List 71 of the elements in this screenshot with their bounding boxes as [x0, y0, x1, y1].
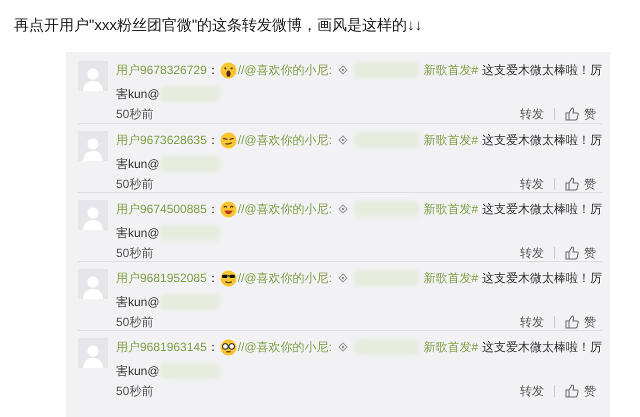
blurred-mask — [160, 156, 220, 172]
comment-text: 害kun@ — [116, 225, 160, 242]
blurred-mask — [354, 201, 420, 217]
username-link[interactable]: 用户9673628635 — [116, 131, 207, 149]
username-link[interactable]: 用户9674500885 — [116, 200, 207, 218]
like-link[interactable]: 赞 — [584, 244, 596, 262]
like-link[interactable]: 赞 — [584, 313, 596, 331]
topic-link[interactable]: 新歌首发# — [423, 338, 478, 356]
like-link[interactable]: 赞 — [584, 175, 596, 193]
thumbs-up-icon[interactable] — [565, 315, 579, 329]
topic-link[interactable]: 新歌首发# — [423, 269, 478, 287]
comment-text: 害kun@ — [116, 294, 160, 311]
username-link[interactable]: 用户9678326729 — [116, 61, 207, 79]
like-link[interactable]: 赞 — [584, 382, 596, 400]
repost-link[interactable]: 转发 — [520, 313, 544, 331]
repost-link[interactable]: 转发 — [520, 244, 544, 262]
repost-link[interactable]: 转发 — [520, 105, 544, 123]
timestamp: 50秒前 — [116, 245, 154, 262]
thumbs-up-icon[interactable] — [565, 246, 579, 260]
topic-link[interactable]: 新歌首发# — [423, 131, 478, 149]
colon: ： — [206, 270, 219, 287]
sunglasses-face-icon — [220, 270, 237, 286]
repost-link[interactable]: 转发 — [520, 175, 544, 193]
blurred-mask — [160, 294, 220, 310]
comment-text: 害kun@ — [116, 363, 160, 380]
mention-link[interactable]: //@喜欢你的小尼: — [238, 269, 332, 287]
mention-link[interactable]: //@喜欢你的小尼: — [238, 338, 332, 356]
colon: ： — [206, 339, 219, 356]
thumbs-up-icon[interactable] — [565, 107, 579, 121]
mention-link[interactable]: //@喜欢你的小尼: — [238, 61, 332, 79]
topic-link[interactable]: 新歌首发# — [423, 200, 478, 218]
comment-text: 害kun@ — [116, 156, 160, 173]
glasses-face-icon — [220, 338, 237, 356]
link-icon — [338, 273, 348, 283]
blurred-mask — [160, 225, 220, 241]
username-link[interactable]: 用户9681963145 — [116, 338, 207, 356]
caption: 再点开用户"xxx粉丝团官微"的这条转发微博，画风是这样的↓↓ — [14, 17, 422, 34]
blurred-mask — [160, 86, 220, 102]
timestamp: 50秒前 — [116, 383, 154, 400]
link-icon — [338, 135, 348, 145]
comment-text: 这支爱木微太棒啦！厉 — [482, 132, 602, 149]
blurred-mask — [160, 363, 220, 379]
link-icon — [338, 342, 348, 352]
link-icon — [338, 65, 348, 75]
comment-text: 这支爱木微太棒啦！厉 — [482, 339, 602, 356]
mention-link[interactable]: //@喜欢你的小尼: — [238, 131, 332, 149]
link-icon — [338, 204, 348, 214]
blurred-mask — [354, 339, 420, 355]
colon: ： — [206, 62, 219, 79]
comment-text: 这支爱木微太棒啦！厉 — [482, 201, 602, 218]
blurred-mask — [354, 62, 420, 78]
comment-text: 这支爱木微太棒啦！厉 — [482, 270, 602, 287]
repost-link[interactable]: 转发 — [520, 382, 544, 400]
like-link[interactable]: 赞 — [584, 105, 596, 123]
comment-text: 害kun@ — [116, 86, 160, 103]
laughing-face-icon — [220, 200, 237, 218]
timestamp: 50秒前 — [116, 106, 154, 123]
username-link[interactable]: 用户9681952085 — [116, 269, 207, 287]
smirking-face-icon — [220, 132, 237, 148]
timestamp: 50秒前 — [116, 314, 154, 331]
topic-link[interactable]: 新歌首发# — [423, 61, 478, 79]
comment-text: 这支爱木微太棒啦！厉 — [482, 62, 602, 79]
blurred-mask — [354, 270, 420, 286]
thumbs-up-icon[interactable] — [565, 384, 579, 398]
shocked-face-icon — [220, 62, 237, 78]
mention-link[interactable]: //@喜欢你的小尼: — [238, 200, 332, 218]
timestamp: 50秒前 — [116, 176, 154, 193]
blurred-mask — [354, 132, 420, 148]
thumbs-up-icon[interactable] — [565, 177, 579, 191]
colon: ： — [206, 132, 219, 149]
colon: ： — [206, 201, 219, 218]
